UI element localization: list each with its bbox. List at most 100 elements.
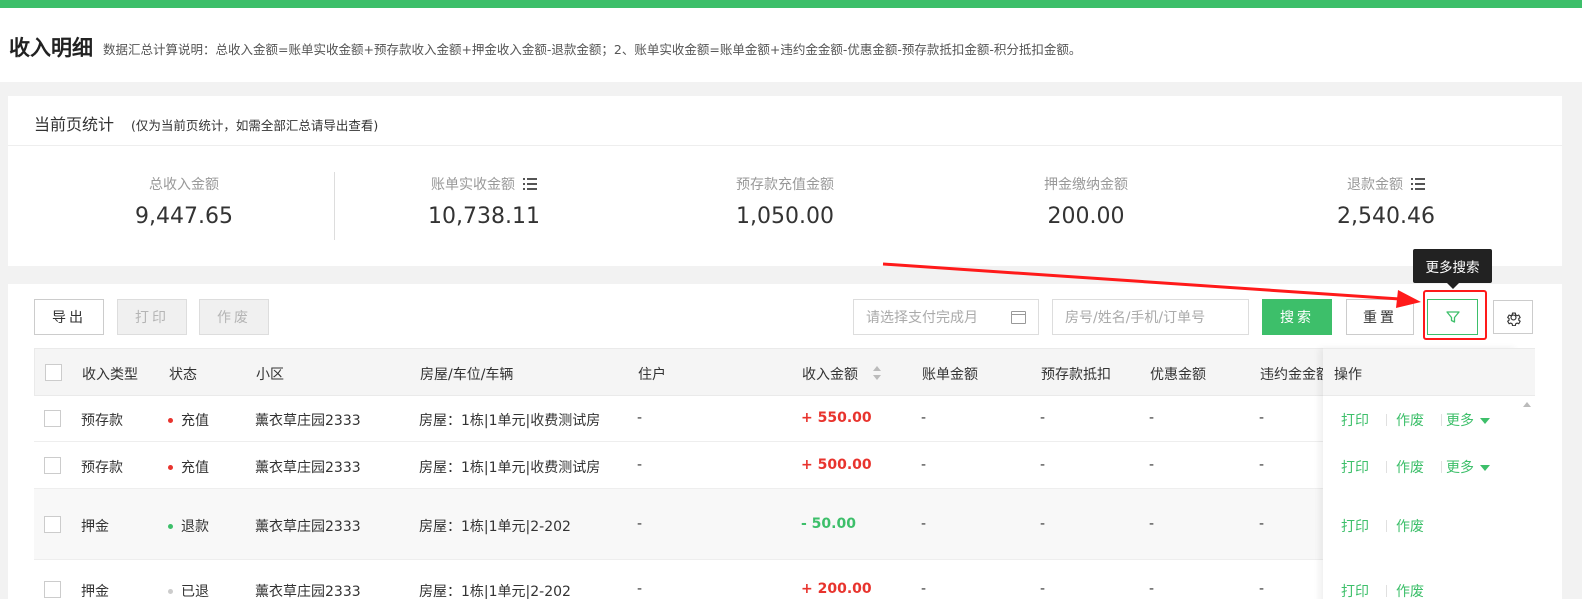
ops-column: 操作 打印 作废 更多 打印 作废 更多 打印 作废 打印 作废: [1323, 348, 1535, 599]
cell-status: 退款: [168, 516, 209, 536]
stat-prepay-recharge: 预存款充值金额 1,050.00: [635, 174, 935, 229]
col-house[interactable]: 房屋/车位/车辆: [420, 364, 513, 384]
stat-value: 10,738.11: [428, 204, 540, 229]
export-button[interactable]: 导出: [34, 299, 104, 335]
row-op-void-link[interactable]: 作废: [1396, 581, 1424, 599]
cell-house: 房屋：1栋|1单元|收费测试房: [419, 460, 601, 476]
col-resident[interactable]: 住户: [638, 364, 666, 384]
row-op-print-link[interactable]: 打印: [1341, 410, 1369, 430]
cell-discount: -: [1149, 410, 1155, 426]
col-income-type[interactable]: 收入类型: [82, 364, 138, 384]
row-checkbox[interactable]: [44, 410, 61, 427]
cell-penalty: -: [1259, 457, 1265, 473]
table-header: 收入类型 状态 小区 房屋/车位/车辆 住户 收入金额 账单金额 预存款抵扣 优…: [34, 348, 1535, 396]
income-table-card: 导出 打印 作废 请选择支付完成月 房号/姓名/手机/订单号 搜索 重置 更多搜…: [8, 249, 1562, 599]
row-op-more-link[interactable]: 更多: [1446, 410, 1490, 430]
table-scrollbar[interactable]: [1519, 396, 1535, 599]
list-icon[interactable]: [1411, 178, 1425, 190]
select-all-checkbox[interactable]: [45, 364, 62, 381]
page-header: 收入明细 数据汇总计算说明：总收入金额=账单实收金额+预存款收入金额+押金收入金…: [0, 8, 1582, 82]
stat-label: 预存款充值金额: [736, 177, 834, 193]
col-status[interactable]: 状态: [169, 364, 197, 384]
cell-resident: -: [637, 410, 643, 426]
cell-house: 房屋：1栋|1单元|收费测试房: [419, 413, 601, 429]
scroll-up-arrow[interactable]: [1523, 402, 1531, 407]
search-button[interactable]: 搜索: [1262, 299, 1332, 335]
page-title: 收入明细: [9, 36, 93, 60]
col-bill-amount[interactable]: 账单金额: [922, 364, 978, 384]
status-dot: [168, 523, 173, 529]
cell-status: 充值: [168, 410, 209, 430]
table-row: 押金 薰衣草庄园2333 房屋：1栋|1单元|2-202 - - - - - 已退 + 200.0…: [34, 560, 1331, 599]
ops-header: 操作: [1323, 348, 1535, 396]
cell-bill-amount: -: [921, 516, 927, 532]
stats-card: 当前页统计 (仅为当前页统计，如需全部汇总请导出查看) 总收入金额 9,447.…: [8, 96, 1562, 266]
status-dot: [168, 417, 173, 423]
col-penalty[interactable]: 违约金金额: [1260, 364, 1330, 384]
col-discount[interactable]: 优惠金额: [1150, 364, 1206, 384]
op-divider: [1386, 585, 1387, 597]
month-picker-input[interactable]: 请选择支付完成月: [853, 299, 1039, 335]
cell-house: 房屋：1栋|1单元|2-202: [419, 584, 571, 599]
cell-income-type: 预存款: [81, 460, 123, 476]
row-op-void-link[interactable]: 作废: [1396, 410, 1424, 430]
chevron-down-icon: [1480, 465, 1490, 471]
cell-community: 薰衣草庄园2333: [255, 584, 361, 599]
row-checkbox[interactable]: [44, 581, 61, 598]
stat-label: 退款金额: [1347, 177, 1403, 193]
row-op-void-link[interactable]: 作废: [1396, 516, 1424, 536]
print-button[interactable]: 打印: [117, 299, 187, 335]
row-op-void-link[interactable]: 作废: [1396, 457, 1424, 477]
stats-note: (仅为当前页统计，如需全部汇总请导出查看): [131, 118, 379, 133]
keyword-search-input[interactable]: 房号/姓名/手机/订单号: [1052, 299, 1249, 335]
stat-label: 总收入金额: [149, 177, 219, 193]
cell-house: 房屋：1栋|1单元|2-202: [419, 519, 571, 535]
cell-resident: -: [637, 516, 643, 532]
month-placeholder: 请选择支付完成月: [866, 310, 978, 326]
column-settings-button[interactable]: [1493, 300, 1533, 334]
cell-income-amount: + 550.00: [801, 410, 872, 426]
cell-income-amount: + 200.00: [801, 581, 872, 597]
status-label: 已退: [181, 584, 209, 599]
cell-discount: -: [1149, 516, 1155, 532]
sort-icon[interactable]: [873, 366, 882, 380]
annotation-highlight-box: [1423, 290, 1487, 340]
col-community[interactable]: 小区: [256, 364, 284, 384]
op-divider: [1386, 414, 1387, 426]
cell-income-type: 押金: [81, 584, 109, 599]
stat-label: 押金缴纳金额: [1044, 177, 1128, 193]
cell-discount: -: [1149, 581, 1155, 597]
cell-income-amount: + 500.00: [801, 457, 872, 473]
page-description: 数据汇总计算说明：总收入金额=账单实收金额+预存款收入金额+押金收入金额-退款金…: [103, 42, 1082, 57]
gear-icon: [1506, 311, 1521, 326]
reset-button[interactable]: 重置: [1346, 299, 1414, 335]
cell-penalty: -: [1259, 581, 1265, 597]
row-op-print-link[interactable]: 打印: [1341, 516, 1369, 536]
cell-bill-amount: -: [921, 581, 927, 597]
cell-community: 薰衣草庄园2333: [255, 460, 361, 476]
status-label: 充值: [181, 460, 209, 476]
stat-value: 2,540.46: [1337, 204, 1435, 229]
row-op-print-link[interactable]: 打印: [1341, 457, 1369, 477]
cell-income-amount: - 50.00: [801, 516, 856, 532]
cell-prepay-deduct: -: [1040, 581, 1046, 597]
list-icon[interactable]: [523, 178, 537, 190]
cell-status: 已退: [168, 581, 209, 599]
stats-title: 当前页统计: [34, 115, 115, 134]
row-op-more-link[interactable]: 更多: [1446, 457, 1490, 477]
cell-community: 薰衣草庄园2333: [255, 413, 361, 429]
col-prepay-deduct[interactable]: 预存款抵扣: [1041, 364, 1111, 384]
void-button[interactable]: 作废: [199, 299, 269, 335]
cell-income-type: 预存款: [81, 413, 123, 429]
cell-community: 薰衣草庄园2333: [255, 519, 361, 535]
cell-bill-amount: -: [921, 410, 927, 426]
status-dot: [168, 588, 173, 594]
op-divider: [1441, 414, 1442, 426]
row-checkbox[interactable]: [44, 516, 61, 533]
row-checkbox[interactable]: [44, 457, 61, 474]
cell-prepay-deduct: -: [1040, 516, 1046, 532]
status-label: 退款: [181, 519, 209, 535]
top-accent-bar: [0, 0, 1582, 8]
col-income-amount[interactable]: 收入金额: [802, 364, 858, 384]
row-op-print-link[interactable]: 打印: [1341, 581, 1369, 599]
